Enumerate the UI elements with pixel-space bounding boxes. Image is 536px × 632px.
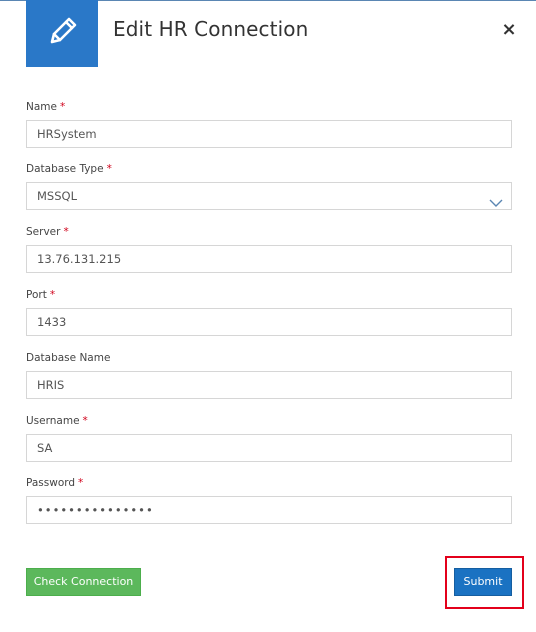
- edit-hr-connection-dialog: Edit HR Connection × Name * HRSystem Data…: [0, 0, 536, 632]
- port-input[interactable]: 1433: [26, 308, 512, 336]
- header-icon-tile: [26, 0, 98, 67]
- database-name-label-text: Database Name: [26, 352, 111, 364]
- username-label: Username *: [26, 415, 88, 427]
- password-input-value: •••••••••••••••: [37, 503, 154, 517]
- submit-button[interactable]: Submit: [454, 568, 512, 596]
- port-label: Port *: [26, 289, 55, 301]
- required-marker: *: [63, 226, 69, 238]
- required-marker: *: [49, 289, 56, 301]
- password-label: Password *: [26, 477, 83, 489]
- username-input[interactable]: SA: [26, 434, 512, 462]
- database-type-select[interactable]: MSSQL: [26, 182, 512, 210]
- port-label-text: Port: [26, 289, 47, 301]
- database-name-label: Database Name: [26, 352, 110, 364]
- server-input[interactable]: 13.76.131.215: [26, 245, 512, 273]
- port-input-value: 1433: [37, 315, 67, 329]
- database-name-input-value: HRIS: [37, 378, 65, 392]
- close-icon[interactable]: ×: [500, 19, 518, 41]
- username-label-text: Username: [26, 415, 80, 427]
- chevron-down-icon: [489, 191, 503, 207]
- name-label: Name *: [26, 101, 65, 113]
- pencil-icon: [42, 12, 82, 56]
- required-marker: *: [82, 415, 88, 427]
- name-input-value: HRSystem: [37, 127, 97, 141]
- server-label-text: Server: [26, 226, 61, 238]
- check-connection-button[interactable]: Check Connection: [26, 568, 141, 596]
- required-marker: *: [78, 477, 84, 489]
- name-input[interactable]: HRSystem: [26, 120, 512, 148]
- password-label-text: Password: [26, 477, 76, 489]
- database-type-label-text: Database Type: [26, 163, 104, 175]
- server-label: Server *: [26, 226, 69, 238]
- password-input[interactable]: •••••••••••••••: [26, 496, 512, 524]
- required-marker: *: [59, 101, 66, 113]
- database-type-label: Database Type *: [26, 163, 112, 175]
- server-input-value: 13.76.131.215: [37, 252, 122, 266]
- username-input-value: SA: [37, 441, 53, 455]
- dialog-title: Edit HR Connection: [113, 17, 309, 41]
- required-marker: *: [106, 163, 112, 175]
- name-label-text: Name: [26, 101, 57, 113]
- database-name-input[interactable]: HRIS: [26, 371, 512, 399]
- database-type-select-value: MSSQL: [37, 189, 77, 203]
